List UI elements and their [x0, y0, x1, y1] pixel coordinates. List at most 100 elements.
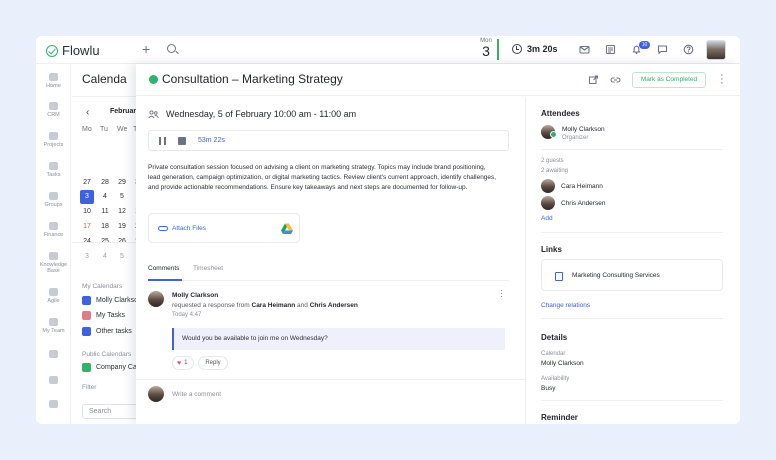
nav-extra-1[interactable] — [36, 350, 71, 360]
heart-icon: ♥ — [177, 359, 182, 367]
reaction-button[interactable]: ♥ 1 — [172, 356, 194, 370]
reply-button[interactable]: Reply — [198, 356, 228, 370]
calendar-day[interactable]: 5 — [115, 190, 129, 204]
calendar-day[interactable]: 18 — [98, 220, 112, 234]
nav-groups[interactable]: Groups — [36, 192, 71, 208]
link-icon[interactable] — [610, 75, 621, 85]
calendar-day[interactable]: 27 — [80, 176, 94, 190]
calendar-day[interactable]: 3 — [80, 250, 94, 264]
open-external-icon[interactable] — [588, 75, 599, 85]
briefcase-icon — [555, 272, 563, 281]
calendar-day[interactable]: 10 — [80, 205, 94, 219]
more-vertical-icon[interactable]: · · · — [720, 70, 724, 89]
organizer-name[interactable]: Molly Clarkson — [562, 126, 605, 133]
links-title: Links — [541, 245, 562, 254]
mention[interactable]: Chris Andersen — [310, 302, 358, 309]
home-icon — [49, 73, 58, 81]
mail-icon[interactable] — [579, 44, 590, 55]
mark-as-completed-button[interactable]: Mark as Completed — [632, 72, 706, 88]
current-user-avatar — [148, 386, 164, 402]
nav-agile[interactable]: Agile — [36, 288, 71, 304]
comment-time: Today 4:47 — [172, 312, 202, 318]
attach-files-button[interactable]: Attach Files — [148, 213, 300, 243]
crm-icon — [49, 102, 58, 110]
date-separator — [497, 39, 499, 60]
event-description: Private consultation session focused on … — [148, 164, 497, 191]
chevron-left-icon[interactable]: ‹ — [86, 107, 89, 118]
calendar-value[interactable]: Molly Clarkson — [541, 360, 584, 367]
nav-my-team[interactable]: My Team — [36, 318, 71, 334]
apps-icon — [49, 350, 58, 358]
guest-avatar — [541, 196, 555, 210]
calendar-day[interactable]: 4 — [98, 190, 112, 204]
calendar-name: Molly Clarkso — [96, 297, 139, 304]
nav-finance[interactable]: Finance — [36, 222, 71, 238]
calendar-day[interactable]: 5 — [115, 250, 129, 264]
search-icon[interactable] — [167, 44, 176, 53]
calendar-search-input[interactable]: Search — [82, 404, 142, 419]
comment-input[interactable]: Write a comment — [172, 391, 221, 398]
google-drive-icon[interactable] — [281, 223, 293, 234]
add-attendee-link[interactable]: Add — [541, 215, 553, 222]
calendar-day-selected[interactable]: 3 — [80, 190, 94, 204]
event-header: Consultation – Marketing Strategy Mark a… — [136, 64, 740, 96]
calendar-toggle[interactable]: Molly Clarkso — [82, 296, 138, 305]
comment-author-avatar — [148, 291, 164, 307]
mention[interactable]: Cara Heimann — [252, 302, 296, 309]
public-calendars-label: Public Calendars — [82, 351, 132, 358]
calendar-day[interactable]: 19 — [115, 220, 129, 234]
more-icon — [49, 400, 58, 408]
nav-knowledge-base[interactable]: Knowledge Base — [36, 252, 71, 274]
weekday-label: Mo — [82, 126, 92, 133]
notifications-badge: 10 — [639, 41, 650, 49]
calendar-toggle[interactable]: Company Ca — [82, 363, 137, 372]
nav-crm[interactable]: CRM — [36, 102, 71, 118]
app-window: Flowlu + Mon 3 3m 20s 10 Home CRM Projec… — [36, 36, 740, 424]
tab-timesheet[interactable]: Timesheet — [193, 265, 223, 272]
comment-author[interactable]: Molly Clarkson — [172, 292, 218, 299]
time-tracker[interactable]: 3m 20s — [512, 44, 558, 54]
my-calendars-label: My Calendars — [82, 283, 123, 290]
settings-icon — [49, 376, 58, 384]
check-icon — [550, 131, 557, 138]
change-relations-link[interactable]: Change relations — [541, 302, 590, 309]
nav-projects[interactable]: Projects — [36, 132, 71, 148]
calendar-toggle[interactable]: My Tasks — [82, 311, 125, 320]
guest-name[interactable]: Chris Andersen — [561, 200, 605, 207]
calendar-day[interactable]: 12 — [115, 205, 129, 219]
nav-extra-2[interactable] — [36, 376, 71, 386]
nav-label: Home — [46, 83, 61, 89]
nav-extra-3[interactable] — [36, 400, 71, 410]
availability-value[interactable]: Busy — [541, 385, 555, 392]
help-icon[interactable] — [683, 44, 694, 55]
tab-comments[interactable]: Comments — [148, 265, 179, 272]
nav-tasks[interactable]: Tasks — [36, 162, 71, 178]
pause-icon[interactable] — [159, 137, 166, 145]
app-logo[interactable]: Flowlu — [46, 43, 100, 58]
calendar-day[interactable]: 4 — [98, 250, 112, 264]
nav-home[interactable]: Home — [36, 73, 71, 89]
top-bar: Flowlu + Mon 3 3m 20s 10 — [36, 36, 740, 64]
calendar-day[interactable]: 29 — [115, 176, 129, 190]
chat-icon[interactable] — [657, 44, 668, 55]
calendar-day[interactable]: 28 — [98, 176, 112, 190]
guest-name[interactable]: Cara Heimann — [561, 183, 603, 190]
notes-icon[interactable] — [605, 44, 616, 55]
plus-icon[interactable]: + — [142, 41, 150, 57]
more-vertical-icon[interactable]: · · · — [500, 286, 503, 301]
timer-value: 3m 20s — [527, 44, 558, 54]
calendar-toggle[interactable]: Other tasks — [82, 327, 132, 336]
groups-icon — [49, 192, 58, 200]
app-name: Flowlu — [62, 43, 100, 58]
today-date[interactable]: Mon 3 — [476, 38, 496, 58]
calendar-day[interactable]: 11 — [98, 205, 112, 219]
calendar-day[interactable]: 17 — [80, 220, 94, 234]
attendees-icon — [148, 109, 159, 118]
nav-label: Groups — [44, 202, 63, 208]
linked-item[interactable]: Marketing Consulting Services — [541, 259, 723, 291]
checkbox-icon — [82, 327, 91, 336]
stopwatch-icon — [512, 44, 522, 54]
details-title: Details — [541, 333, 568, 342]
user-avatar[interactable] — [706, 40, 726, 60]
stop-icon[interactable] — [178, 137, 186, 145]
